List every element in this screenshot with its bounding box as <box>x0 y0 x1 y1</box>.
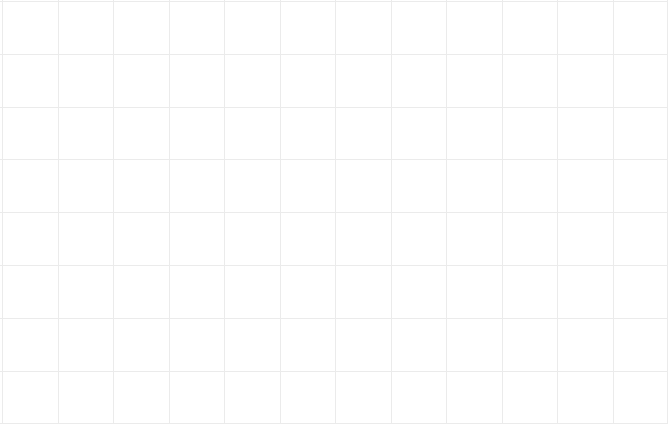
grid-canvas <box>0 0 668 424</box>
grid-lines <box>0 0 668 424</box>
grid-line-group <box>0 0 668 424</box>
